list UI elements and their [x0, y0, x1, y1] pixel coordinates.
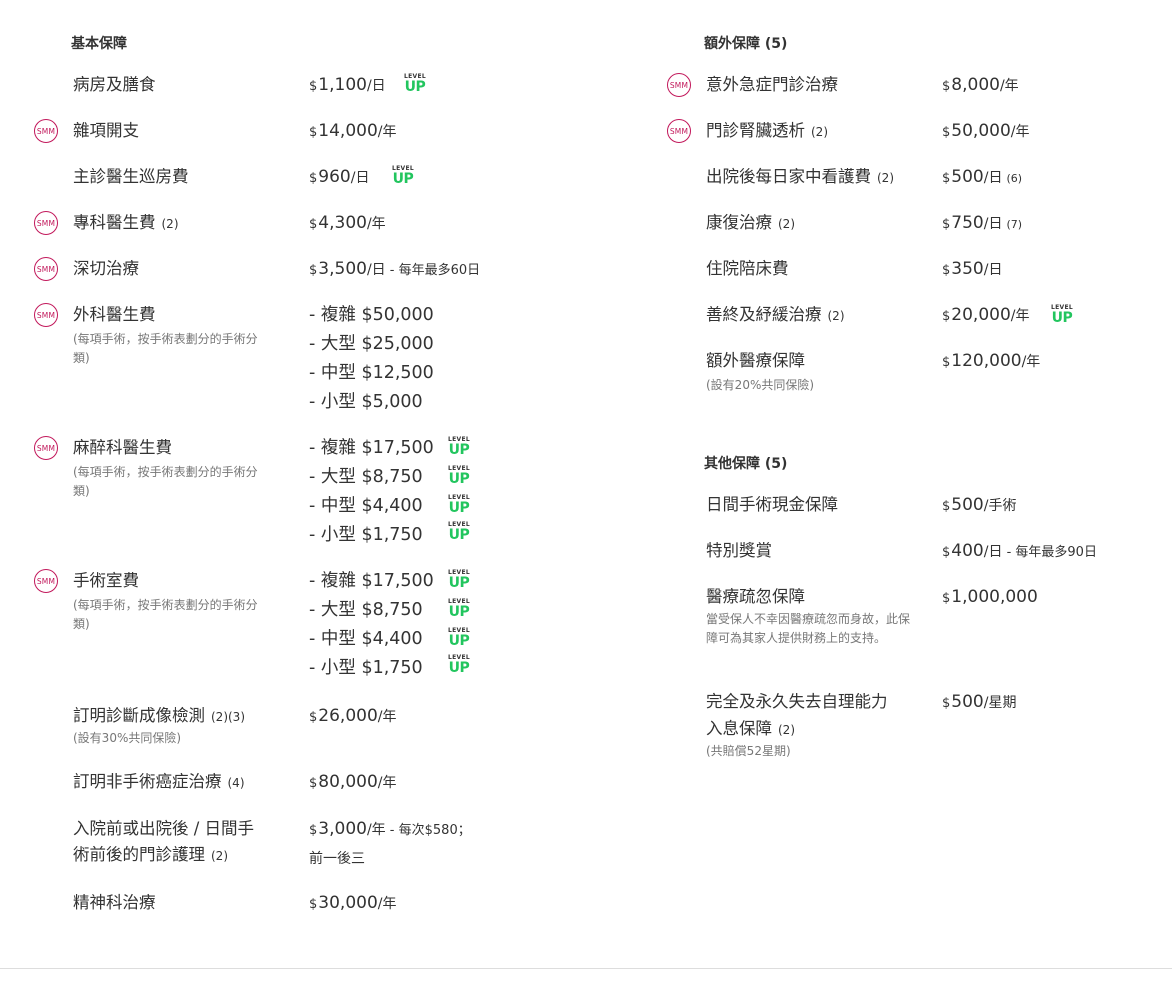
benefit-subnote: (共賠償52星期) — [706, 744, 791, 758]
benefit-label: 康復治療 (2) — [706, 213, 795, 232]
section-title-other: 其他保障 (5) — [704, 456, 788, 472]
benefit-label: 日間手術現金保障 — [706, 495, 838, 514]
level-up-icon: LEVEL UP — [1051, 304, 1073, 326]
benefit-value: $120,000/年 — [942, 351, 1041, 371]
benefit-label: 深切治療 — [73, 259, 139, 278]
benefit-label: 特別獎賞 — [706, 541, 772, 560]
benefit-label: 門診腎臟透析 (2) — [706, 121, 828, 140]
tier-minor: - 小型 $1,750 — [309, 525, 423, 545]
benefit-value: $960/日 — [309, 167, 370, 187]
benefit-subnote: (每項手術，按手術表劃分的手術分類) — [73, 465, 258, 498]
smm-icon: SMM — [667, 73, 691, 97]
tier-intermediate: - 中型 $12,500 — [309, 363, 434, 383]
level-up-icon: LEVEL UP — [448, 465, 470, 487]
smm-icon: SMM — [34, 211, 58, 235]
benefit-label: 訂明非手術癌症治療 (4) — [73, 772, 245, 791]
smm-icon: SMM — [34, 257, 58, 281]
smm-icon: SMM — [34, 303, 58, 327]
benefit-value: $30,000/年 — [309, 893, 397, 913]
benefit-label: 麻醉科醫生費 — [73, 438, 172, 457]
tier-intermediate: - 中型 $4,400 — [309, 496, 423, 516]
tier-minor: - 小型 $5,000 — [309, 392, 423, 412]
level-up-icon: LEVEL UP — [448, 436, 470, 458]
tier-complex: - 複雜 $50,000 — [309, 305, 434, 325]
tier-complex: - 複雜 $17,500 — [309, 571, 434, 591]
benefit-value: $500/手術 — [942, 495, 1017, 515]
benefit-value: $750/日 (7) — [942, 213, 1023, 233]
benefit-subnote: (每項手術，按手術表劃分的手術分類) — [73, 332, 258, 365]
benefit-label: 主診醫生巡房費 — [73, 167, 189, 186]
benefit-value: $3,500/日 - 每年最多60日 — [309, 259, 481, 279]
tier-complex: - 複雜 $17,500 — [309, 438, 434, 458]
benefit-label: 病房及膳食 — [73, 75, 156, 94]
benefit-label: 出院後每日家中看護費 (2) — [706, 167, 894, 186]
benefit-subnote: (設有20%共同保險) — [706, 378, 815, 392]
benefit-label: 入院前或出院後 / 日間手 — [73, 819, 255, 838]
level-up-icon: LEVEL UP — [448, 627, 470, 649]
level-up-icon: LEVEL UP — [448, 598, 470, 620]
benefit-label: 專科醫生費 (2) — [73, 213, 179, 232]
benefit-value: $20,000/年 — [942, 305, 1030, 325]
benefit-value: $3,000/年 - 每次$580； — [309, 819, 471, 839]
level-up-icon: LEVEL UP — [448, 521, 470, 543]
benefit-value: $14,000/年 — [309, 121, 397, 141]
benefit-label-line2: 術前後的門診護理 (2) — [73, 845, 228, 864]
benefit-value: $8,000/年 — [942, 75, 1019, 95]
benefit-value: $500/日 (6) — [942, 167, 1023, 187]
benefit-value: $500/星期 — [942, 692, 1017, 712]
benefit-label: 住院陪床費 — [706, 259, 789, 278]
benefit-value: $4,300/年 — [309, 213, 386, 233]
section-title-basic: 基本保障 — [71, 36, 127, 52]
benefit-subnote: (設有30%共同保險) — [73, 731, 182, 745]
benefit-value: $350/日 — [942, 259, 1003, 279]
benefit-value: $80,000/年 — [309, 772, 397, 792]
benefit-subnote: (每項手術，按手術表劃分的手術分類) — [73, 598, 258, 631]
section-title-extra: 額外保障 (5) — [704, 36, 788, 52]
benefit-value-note: 前一後三 — [309, 851, 365, 867]
level-up-icon: LEVEL UP — [448, 654, 470, 676]
level-up-icon: LEVEL UP — [448, 569, 470, 591]
benefit-label: 手術室費 — [73, 571, 139, 590]
smm-icon: SMM — [34, 436, 58, 460]
benefit-label: 醫療疏忽保障 — [706, 587, 805, 606]
smm-icon: SMM — [34, 119, 58, 143]
tier-minor: - 小型 $1,750 — [309, 658, 423, 678]
benefit-label: 外科醫生費 — [73, 305, 156, 324]
benefit-label: 雜項開支 — [73, 121, 139, 140]
smm-icon: SMM — [667, 119, 691, 143]
tier-major: - 大型 $8,750 — [309, 467, 423, 487]
tier-major: - 大型 $8,750 — [309, 600, 423, 620]
benefit-label-line2: 入息保障 (2) — [706, 719, 795, 738]
benefit-label: 意外急症門診治療 — [706, 75, 838, 94]
benefit-label: 完全及永久失去自理能力 — [706, 692, 888, 711]
benefit-value: $26,000/年 — [309, 706, 397, 726]
bottom-divider — [0, 968, 1172, 969]
benefit-label: 善終及紓緩治療 (2) — [706, 305, 845, 324]
benefit-value: $1,000,000 — [942, 587, 1038, 607]
benefit-label: 精神科治療 — [73, 893, 156, 912]
benefit-value: $400/日 - 每年最多90日 — [942, 541, 1097, 561]
tier-intermediate: - 中型 $4,400 — [309, 629, 423, 649]
tier-major: - 大型 $25,000 — [309, 334, 434, 354]
benefit-subnote: 當受保人不幸因醫療疏忽而身故，此保障可為其家人提供財務上的支持。 — [706, 612, 911, 645]
benefit-label: 額外醫療保障 — [706, 351, 805, 370]
benefit-value: $50,000/年 — [942, 121, 1030, 141]
benefit-value: $1,100/日 — [309, 75, 386, 95]
smm-icon: SMM — [34, 569, 58, 593]
level-up-icon: LEVEL UP — [448, 494, 470, 516]
benefit-label: 訂明診斷成像檢測 (2)(3) — [73, 706, 245, 725]
level-up-icon: LEVEL UP — [404, 73, 426, 95]
level-up-icon: LEVEL UP — [392, 165, 414, 187]
